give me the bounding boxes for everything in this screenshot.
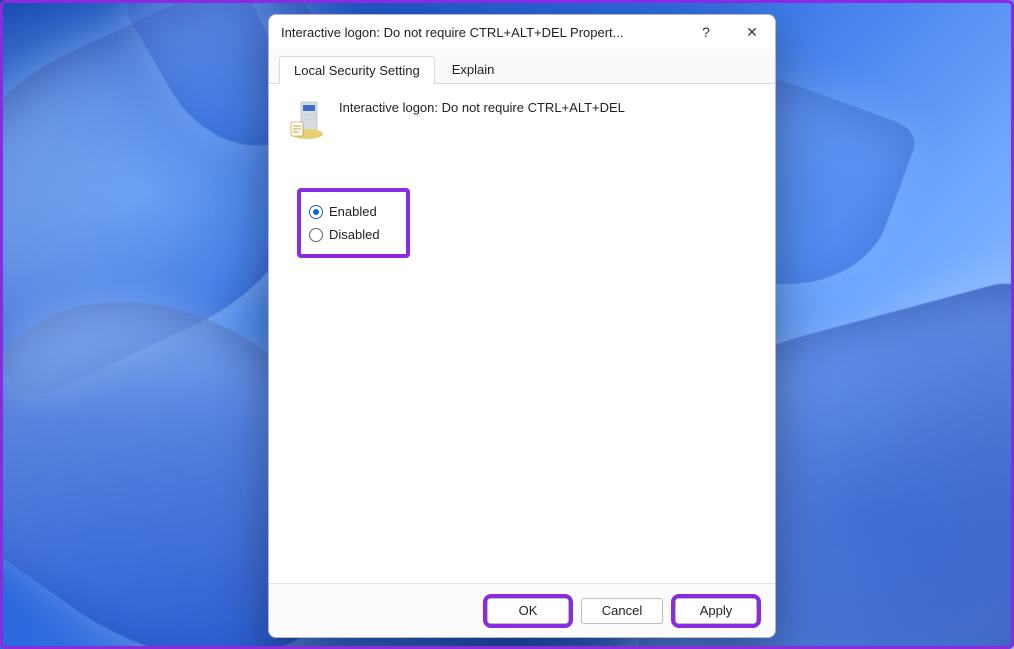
window-title: Interactive logon: Do not require CTRL+A… bbox=[281, 25, 683, 40]
close-button[interactable]: ✕ bbox=[729, 15, 775, 49]
radio-icon bbox=[309, 205, 323, 219]
security-policy-icon bbox=[289, 98, 325, 142]
ok-button-highlight: OK bbox=[487, 598, 569, 624]
cancel-button-wrap: Cancel bbox=[581, 598, 663, 624]
options-group: Enabled Disabled bbox=[297, 188, 410, 258]
option-disabled[interactable]: Disabled bbox=[309, 223, 380, 246]
option-enabled[interactable]: Enabled bbox=[309, 200, 380, 223]
tab-local-security-setting[interactable]: Local Security Setting bbox=[279, 56, 435, 84]
button-label: Cancel bbox=[602, 603, 642, 618]
option-label: Disabled bbox=[329, 227, 380, 242]
tab-explain[interactable]: Explain bbox=[437, 55, 510, 83]
button-bar: OK Cancel Apply bbox=[269, 583, 775, 637]
policy-summary: Interactive logon: Do not require CTRL+A… bbox=[289, 98, 755, 142]
apply-button[interactable]: Apply bbox=[675, 598, 757, 624]
close-icon: ✕ bbox=[746, 24, 758, 41]
tab-label: Local Security Setting bbox=[294, 63, 420, 78]
help-icon: ? bbox=[702, 24, 710, 40]
ok-button[interactable]: OK bbox=[487, 598, 569, 624]
button-label: OK bbox=[519, 603, 538, 618]
help-button[interactable]: ? bbox=[683, 15, 729, 49]
radio-icon bbox=[309, 228, 323, 242]
apply-button-highlight: Apply bbox=[675, 598, 757, 624]
policy-description: Interactive logon: Do not require CTRL+A… bbox=[339, 98, 625, 115]
cancel-button[interactable]: Cancel bbox=[581, 598, 663, 624]
option-label: Enabled bbox=[329, 204, 377, 219]
tab-strip: Local Security Setting Explain bbox=[269, 49, 775, 84]
titlebar[interactable]: Interactive logon: Do not require CTRL+A… bbox=[269, 15, 775, 49]
tab-label: Explain bbox=[452, 62, 495, 77]
button-label: Apply bbox=[700, 603, 733, 618]
properties-dialog: Interactive logon: Do not require CTRL+A… bbox=[268, 14, 776, 638]
tab-panel: Interactive logon: Do not require CTRL+A… bbox=[269, 84, 775, 583]
